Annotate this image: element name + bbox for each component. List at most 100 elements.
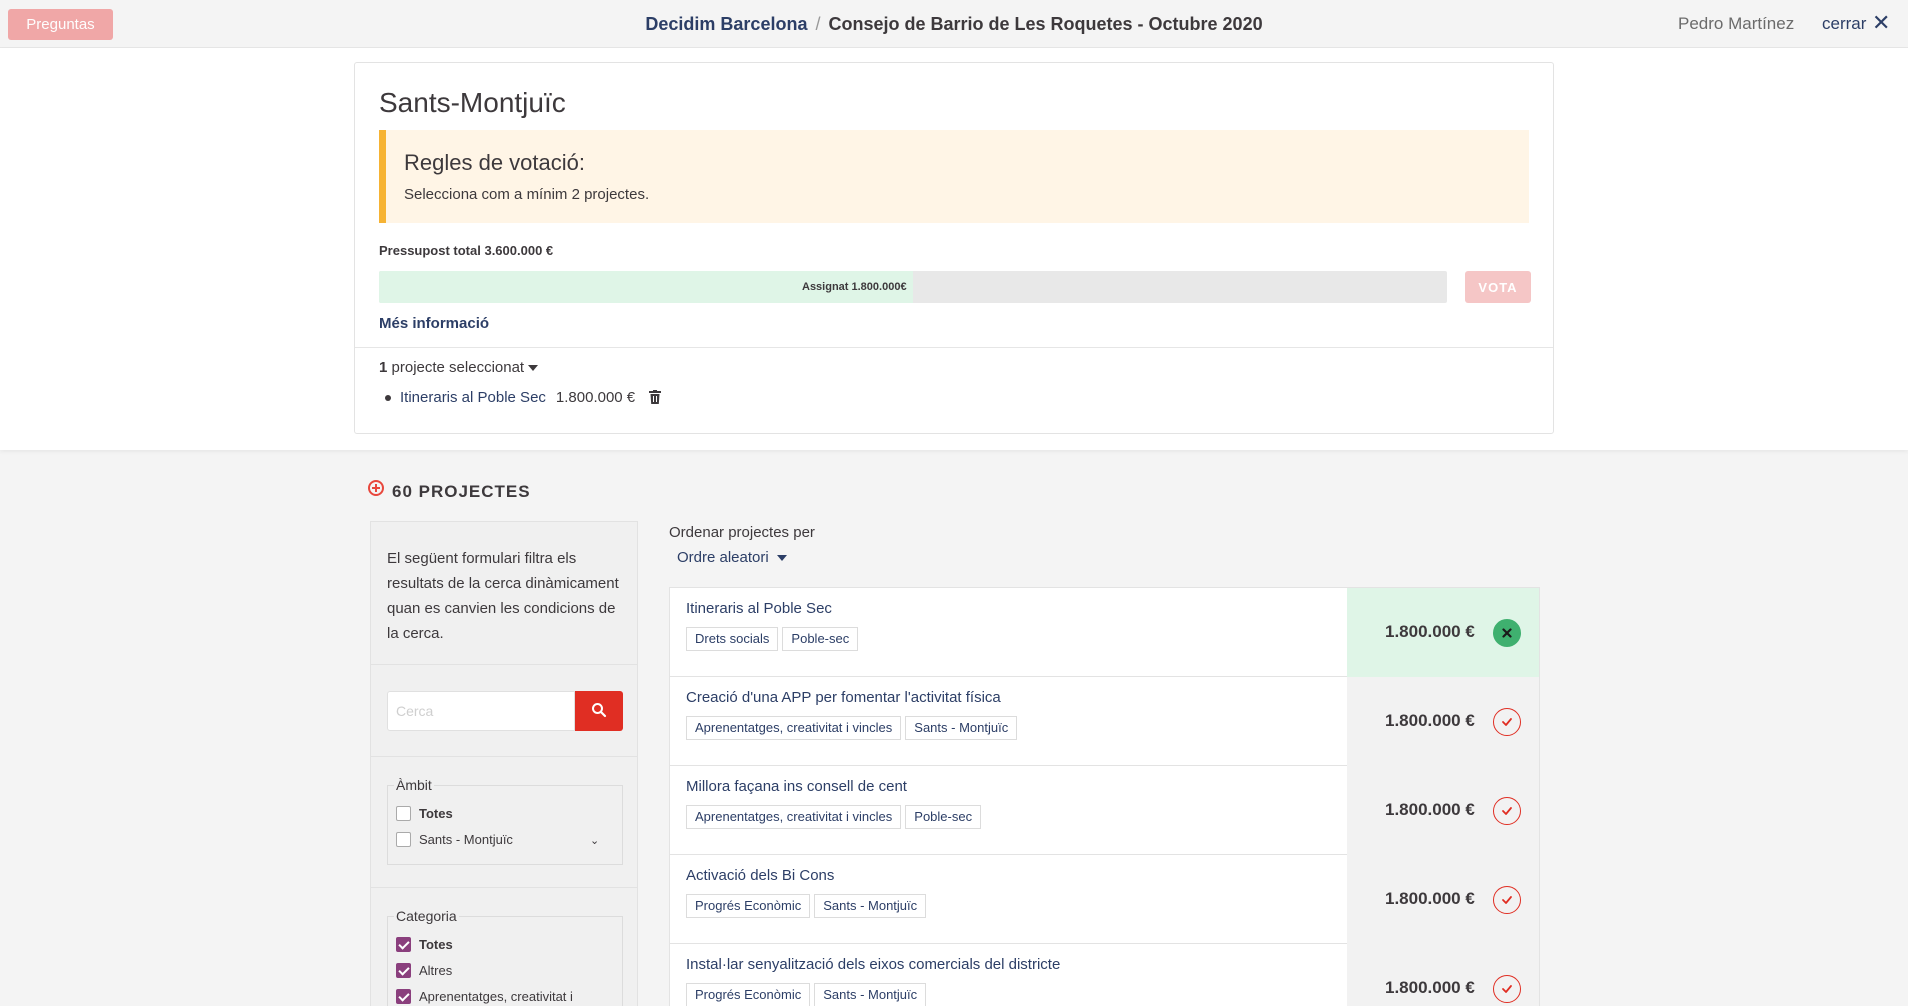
category-option-all[interactable]: Totes [396, 937, 453, 952]
voting-rules-callout: Regles de votació: Selecciona com a míni… [379, 130, 1529, 223]
project-title[interactable]: Creació d'una APP per fomentar l'activit… [686, 689, 1001, 706]
checkbox[interactable] [396, 806, 411, 821]
selected-projects-toggle[interactable]: 1 projecte seleccionat [379, 359, 539, 376]
checkbox[interactable] [396, 832, 411, 847]
project-title[interactable]: Activació dels Bi Cons [686, 867, 834, 884]
divider [371, 664, 637, 665]
projects-list: Itineraris al Poble Sec Drets socials Pob… [669, 587, 1540, 1006]
project-price-box: 1.800.000 € [1347, 944, 1539, 1006]
user-name[interactable]: Pedro Martínez [1678, 14, 1794, 34]
close-icon [1502, 628, 1512, 638]
close-icon[interactable]: ✕ [1872, 12, 1890, 34]
selected-project-title[interactable]: Itineraris al Poble Sec [400, 389, 546, 406]
breadcrumb-separator: / [815, 14, 821, 34]
total-budget: Pressupost total 3.600.000 € [379, 243, 554, 258]
filter-panel: El següent formulari filtra els resultat… [370, 521, 638, 1006]
project-tag[interactable]: Sants - Montjuïc [814, 894, 927, 918]
category-option-altres[interactable]: Altres [396, 963, 452, 978]
project-price-box: 1.800.000 € [1347, 588, 1539, 677]
project-tag[interactable]: Poble-sec [905, 805, 982, 829]
chevron-down-icon[interactable]: ⌄ [590, 834, 599, 847]
category-option-aprenentatges[interactable]: Aprenentatges, creativitat i [396, 989, 573, 1004]
check-icon [1502, 718, 1512, 726]
project-tag[interactable]: Sants - Montjuïc [905, 716, 1018, 740]
voting-rules-title: Regles de votació: [404, 150, 585, 175]
trash-icon[interactable] [649, 390, 662, 408]
project-tag[interactable]: Aprenentatges, creativitat i vincles [686, 805, 902, 829]
remove-project-button[interactable] [1493, 619, 1521, 647]
project-tags: Progrés Econòmic Sants - Montjuïc [686, 894, 930, 918]
add-project-button[interactable] [1493, 797, 1521, 825]
project-tag[interactable]: Sants - Montjuïc [814, 983, 927, 1006]
checkbox[interactable] [396, 989, 411, 1004]
checkbox[interactable] [396, 963, 411, 978]
project-tag[interactable]: Poble-sec [782, 627, 859, 651]
scope-option-sants-montjuic[interactable]: Sants - Montjuïc [396, 832, 513, 847]
project-price: 1.800.000 € [1385, 889, 1475, 908]
selected-project-price: 1.800.000 € [555, 389, 636, 406]
more-info-link[interactable]: Més informació [379, 315, 489, 332]
add-project-button[interactable] [1493, 975, 1521, 1003]
breadcrumb-process: Consejo de Barrio de Les Roquetes - Octu… [828, 14, 1263, 34]
sort-label: Ordenar projectes per [669, 524, 815, 541]
project-price-box: 1.800.000 € [1347, 766, 1539, 855]
divider [371, 756, 637, 757]
selected-project-item: Itineraris al Poble Sec 1.800.000 € [385, 389, 662, 408]
category-filter: Categoria Totes Altres Aprenentatges, cr… [387, 908, 623, 1006]
vote-button[interactable]: VOTA [1465, 271, 1531, 303]
voting-rules-text: Selecciona com a mínim 2 projectes. [404, 186, 650, 203]
breadcrumb: Decidim Barcelona / Consejo de Barrio de L… [0, 14, 1908, 35]
plus-circle-icon [368, 480, 384, 496]
check-icon [1502, 896, 1512, 904]
selected-label: projecte seleccionat [391, 359, 525, 376]
project-tag[interactable]: Drets socials [686, 627, 779, 651]
close-link[interactable]: cerrar [1822, 14, 1866, 34]
scope-filter: Àmbit Totes Sants - Montjuïc ⌄ [387, 777, 623, 865]
project-price: 1.800.000 € [1385, 978, 1475, 997]
project-price-box: 1.800.000 € [1347, 677, 1539, 766]
caret-down-icon [528, 365, 539, 372]
project-title[interactable]: Instal·lar senyalització dels eixos come… [686, 956, 1060, 973]
budget-title: Sants-Montjuïc [379, 87, 566, 118]
project-tags: Progrés Econòmic Sants - Montjuïc [686, 983, 930, 1006]
breadcrumb-org[interactable]: Decidim Barcelona [645, 14, 807, 34]
project-price-box: 1.800.000 € [1347, 855, 1539, 944]
divider [355, 347, 1553, 348]
project-row: Creació d'una APP per fomentar l'activit… [670, 677, 1539, 766]
sort-value: Ordre aleatori [677, 549, 769, 566]
search-input[interactable] [387, 691, 575, 731]
scope-legend: Àmbit [394, 777, 434, 793]
project-tags: Aprenentatges, creativitat i vincles Pobl… [686, 805, 985, 829]
caret-down-icon [776, 555, 787, 562]
checkbox[interactable] [396, 937, 411, 952]
category-legend: Categoria [394, 908, 459, 924]
bullet-icon [385, 395, 391, 402]
project-tag[interactable]: Progrés Econòmic [686, 894, 811, 918]
divider [371, 887, 637, 888]
search-button[interactable] [575, 691, 623, 731]
budget-summary-card: Sants-Montjuïc Regles de votació: Selecc… [354, 62, 1554, 434]
selected-count: 1 [379, 359, 388, 376]
check-icon [1502, 985, 1512, 993]
project-title[interactable]: Itineraris al Poble Sec [686, 600, 832, 617]
project-row: Instal·lar senyalització dels eixos come… [670, 944, 1539, 1006]
scope-option-all[interactable]: Totes [396, 806, 453, 821]
assigned-label: Assignat 1.800.000€ [802, 281, 907, 293]
add-project-button[interactable] [1493, 708, 1521, 736]
projects-count-heading: 60 PROJECTES [392, 482, 531, 501]
search-icon [592, 702, 607, 717]
project-title[interactable]: Millora façana ins consell de cent [686, 778, 907, 795]
top-bar: Preguntas Decidim Barcelona / Consejo de B… [0, 0, 1908, 48]
project-tags: Aprenentatges, creativitat i vincles Sant… [686, 716, 1021, 740]
filter-intro: El següent formulari filtra els resultat… [387, 550, 619, 642]
project-row: Itineraris al Poble Sec Drets socials Pob… [670, 588, 1539, 677]
project-row: Activació dels Bi Cons Progrés Econòmic S… [670, 855, 1539, 944]
budget-progress-bar: Assignat 1.800.000€ [379, 271, 1447, 303]
project-tag[interactable]: Aprenentatges, creativitat i vincles [686, 716, 902, 740]
project-price: 1.800.000 € [1385, 711, 1475, 730]
project-row: Millora façana ins consell de cent Apren… [670, 766, 1539, 855]
project-price: 1.800.000 € [1385, 622, 1475, 641]
sort-dropdown[interactable]: Ordre aleatori [677, 549, 787, 566]
add-project-button[interactable] [1493, 886, 1521, 914]
project-tag[interactable]: Progrés Econòmic [686, 983, 811, 1006]
